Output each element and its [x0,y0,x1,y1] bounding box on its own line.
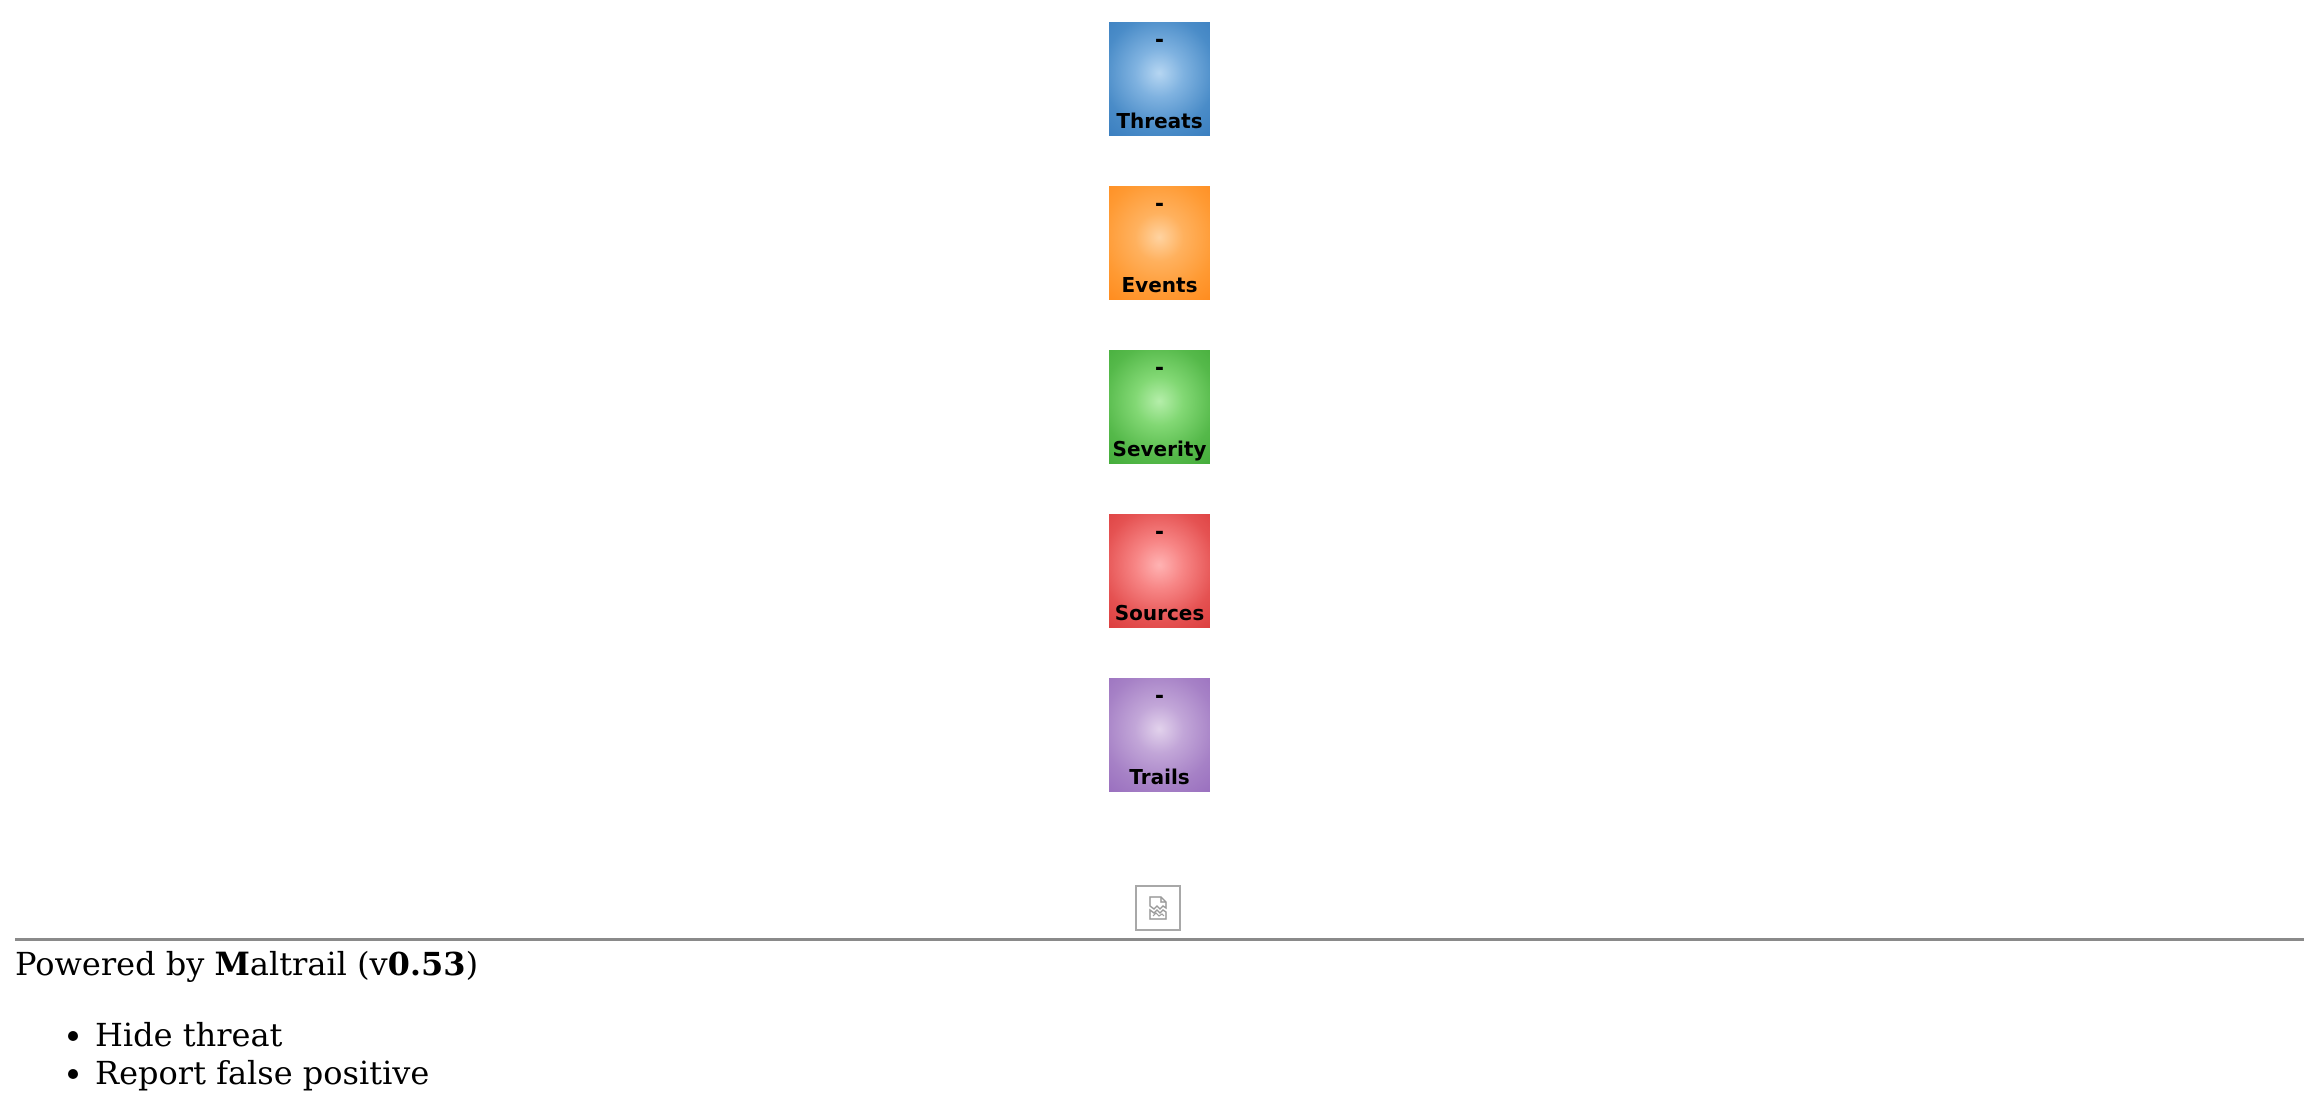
severity-value: - [1154,356,1165,381]
footer-prefix: Powered by [15,945,215,983]
hide-threat-menu-item[interactable]: Hide threat [95,1016,429,1054]
trails-label: Trails [1129,765,1190,789]
trails-counter[interactable]: - Trails [1109,678,1210,792]
counters-panel: - Threats - Events - Severity - Sources … [1109,22,1210,842]
trails-value: - [1154,684,1165,709]
threats-counter[interactable]: - Threats [1109,22,1210,136]
footer: Powered by Maltrail (v0.53) [15,945,478,983]
threats-value: - [1154,28,1165,53]
threats-label: Threats [1116,109,1203,133]
severity-counter[interactable]: - Severity [1109,350,1210,464]
brand-rest: altrail [249,945,347,983]
footer-divider [15,938,2304,941]
version-close: ) [465,945,479,983]
sources-label: Sources [1114,601,1205,625]
version-number: 0.53 [387,945,466,983]
report-false-positive-menu-item[interactable]: Report false positive [95,1054,429,1092]
sources-counter[interactable]: - Sources [1109,514,1210,628]
sources-value: - [1154,520,1165,545]
brand-initial: M [214,945,250,983]
events-label: Events [1121,273,1198,297]
version-open: (v [346,945,388,983]
broken-image-glyph [1149,896,1167,920]
events-value: - [1154,192,1165,217]
events-counter[interactable]: - Events [1109,186,1210,300]
context-menu: Hide threat Report false positive [35,1016,429,1092]
severity-label: Severity [1112,437,1207,461]
broken-image-icon [1135,885,1181,931]
